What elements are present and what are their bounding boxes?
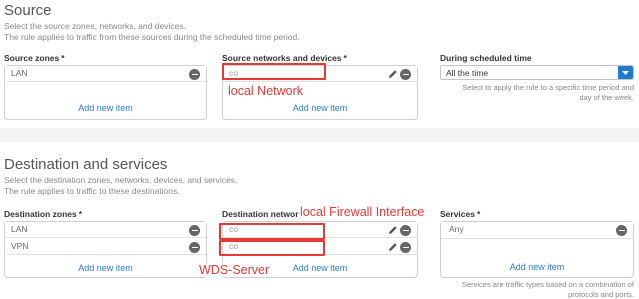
list-item-label: Any [449,224,464,234]
schedule-select-value: All the time [446,68,489,78]
services-hint-line-1: Services are traffic types based on a co… [461,280,634,289]
pencil-icon[interactable] [388,242,398,252]
list-item[interactable]: VPN [5,239,206,255]
source-desc-2: The rule applies to traffic from these s… [4,32,300,42]
required-mark: * [78,209,83,219]
remove-icon[interactable] [189,225,200,236]
services-hint: Services are traffic types based on a co… [440,280,634,299]
annotation-wds-server: WDS-Server [198,263,271,277]
list-item-label: LAN [11,68,28,78]
schedule-hint: Select to apply the rule to a specific t… [440,83,634,103]
source-title: Source [4,2,52,19]
annotation-highlight-dest-network-2 [219,240,325,256]
remove-icon[interactable] [189,242,200,253]
list-item-label: LAN [11,224,28,234]
destination-networks-label: Destination networks [222,209,308,219]
annotation-highlight-source-network [222,63,326,80]
source-networks-label: Source networks and devices * [222,53,347,63]
source-networks-label-text: Source networks and devices [222,53,342,63]
remove-icon[interactable] [616,225,627,236]
add-new-item-button[interactable]: Add new item [441,262,633,272]
destination-desc-2: The rule applies to traffic to these des… [4,186,180,196]
schedule-label: During scheduled time [440,53,532,63]
destination-title: Destination and services [4,156,168,173]
remove-icon[interactable] [400,242,411,253]
source-zones-list: LAN Add new item [4,65,207,120]
list-item-label: VPN [11,241,29,251]
list-item[interactable]: Any [441,222,633,239]
add-new-item-button[interactable]: Add new item [223,103,417,113]
list-item[interactable]: LAN [5,222,206,238]
add-new-item-button[interactable]: Add new item [5,103,206,113]
pencil-icon[interactable] [388,225,398,235]
source-zones-label: Source zones * [4,53,65,63]
schedule-hint-line-1: Select to apply the rule to a specific t… [462,83,634,92]
schedule-hint-line-2: day of the week. [579,93,634,102]
annotation-highlight-dest-network-1 [219,223,325,240]
schedule-select[interactable]: All the time [440,65,634,80]
list-item[interactable]: LAN [5,66,206,82]
destination-zones-list: LAN VPN Add new item [4,221,207,278]
services-label-text: Services [440,209,475,219]
services-hint-line-2: protocols and ports. [568,290,634,299]
annotation-local-network: local Network [227,84,305,98]
destination-zones-label: Destination zones * [4,209,82,219]
annotation-local-firewall: local Firewall Interface [299,205,426,219]
remove-icon[interactable] [400,225,411,236]
required-mark: * [476,209,481,219]
destination-zones-label-text: Destination zones [4,209,77,219]
section-divider [0,128,639,142]
services-list: Any Add new item [440,221,634,278]
chevron-down-icon[interactable] [618,66,633,79]
source-zones-label-text: Source zones [4,53,60,63]
required-mark: * [61,53,65,63]
pencil-icon[interactable] [388,69,398,79]
add-new-item-button[interactable]: Add new item [5,263,206,273]
services-label: Services * [440,209,480,219]
remove-icon[interactable] [400,69,411,80]
required-mark: * [343,53,347,63]
remove-icon[interactable] [189,69,200,80]
